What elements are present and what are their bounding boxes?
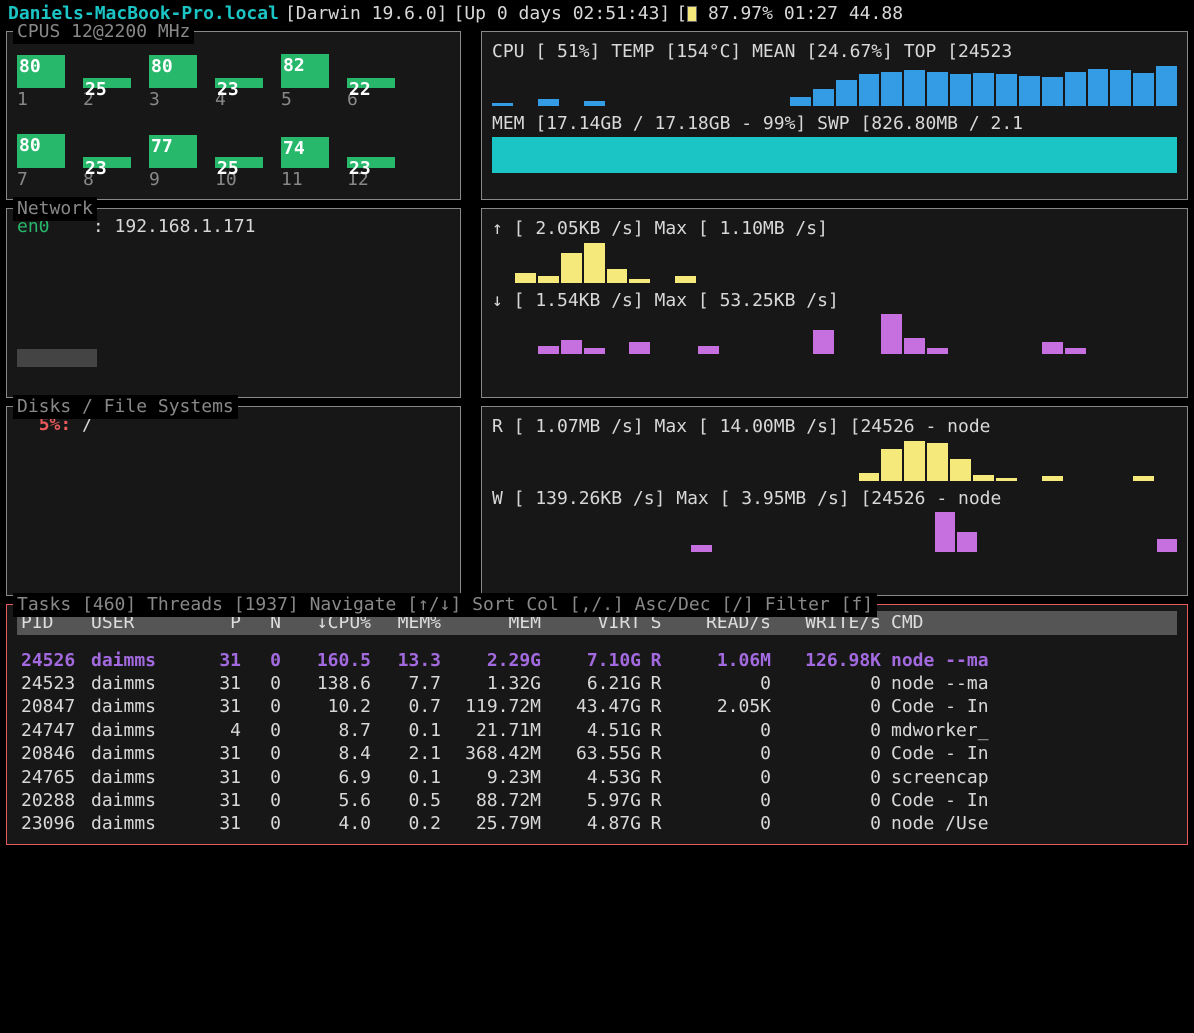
disk-write-spark <box>492 512 1177 552</box>
panel-title: CPUS 12@2200 MHz <box>13 20 194 43</box>
cpu-cores-panel: CPUS 12@2200 MHz 80125280323482522680723… <box>6 31 461 200</box>
selection-highlight <box>17 349 97 367</box>
cpu-stat-line: CPU [ 51%] TEMP [154°C] MEAN [24.67%] TO… <box>492 40 1177 63</box>
disk-stats-panel: R [ 1.07MB /s] Max [ 14.00MB /s] [24526 … <box>481 406 1188 596</box>
cpu-core: 807 <box>17 126 65 191</box>
task-row[interactable]: 20846 daimms 31 0 8.4 2.1 368.42M 63.55G… <box>17 742 1177 765</box>
cpu-spark <box>492 66 1177 106</box>
col-cmd[interactable]: CMD <box>881 611 1173 634</box>
task-row[interactable]: 23096 daimms 31 0 4.0 0.2 25.79M 4.87G R… <box>17 812 1177 835</box>
cpu-core: 252 <box>83 46 131 111</box>
cpu-core: 2312 <box>347 126 395 191</box>
disk-read-line: R [ 1.07MB /s] Max [ 14.00MB /s] [24526 … <box>492 415 1177 438</box>
net-up-spark <box>492 243 1177 283</box>
net-up-line: ↑ [ 2.05KB /s] Max [ 1.10MB /s] <box>492 217 1177 240</box>
tasks-title: Tasks [460] Threads [1937] Navigate [↑/↓… <box>13 593 877 616</box>
net-down-line: ↓ [ 1.54KB /s] Max [ 53.25KB /s] <box>492 289 1177 312</box>
task-row[interactable]: 24523 daimms 31 0 138.6 7.7 1.32G 6.21G … <box>17 672 1177 695</box>
task-row[interactable]: 20847 daimms 31 0 10.2 0.7 119.72M 43.47… <box>17 695 1177 718</box>
net-down-spark <box>492 314 1177 354</box>
task-row[interactable]: 24747 daimms 4 0 8.7 0.1 21.71M 4.51G R … <box>17 719 1177 742</box>
cpu-core: 801 <box>17 46 65 111</box>
mem-spark <box>492 137 1177 173</box>
panel-title: Disks / File Systems <box>13 395 238 418</box>
cpu-core: 234 <box>215 46 263 111</box>
battery: [ 87.97% 01:27 44.88 <box>676 2 903 25</box>
mem-stat-line: MEM [17.14GB / 17.18GB - 99%] SWP [826.8… <box>492 112 1177 135</box>
cpu-core: 226 <box>347 46 395 111</box>
battery-icon <box>687 6 697 22</box>
cpu-stats-panel: CPU [ 51%] TEMP [154°C] MEAN [24.67%] TO… <box>481 31 1188 200</box>
network-stats-panel: ↑ [ 2.05KB /s] Max [ 1.10MB /s] ↓ [ 1.54… <box>481 208 1188 398</box>
disk-read-spark <box>492 441 1177 481</box>
cpu-core: 803 <box>149 46 197 111</box>
task-row[interactable]: 24526 daimms 31 0 160.5 13.3 2.29G 7.10G… <box>17 649 1177 672</box>
panel-title: Network <box>13 197 97 220</box>
cpu-core: 2510 <box>215 126 263 191</box>
tasks-panel[interactable]: Tasks [460] Threads [1937] Navigate [↑/↓… <box>6 604 1188 845</box>
task-row[interactable]: 20288 daimms 31 0 5.6 0.5 88.72M 5.97G R… <box>17 789 1177 812</box>
cpu-core: 7411 <box>281 126 329 191</box>
cpu-core: 238 <box>83 126 131 191</box>
cpu-core: 825 <box>281 46 329 111</box>
network-panel: Network en0 : 192.168.1.171 <box>6 208 461 398</box>
disk-write-line: W [ 139.26KB /s] Max [ 3.95MB /s] [24526… <box>492 487 1177 510</box>
disks-panel: Disks / File Systems 5%: / <box>6 406 461 596</box>
uptime: [Up 0 days 02:51:43] <box>454 2 671 25</box>
cpu-core: 779 <box>149 126 197 191</box>
task-row[interactable]: 24765 daimms 31 0 6.9 0.1 9.23M 4.53G R … <box>17 766 1177 789</box>
os-info: [Darwin 19.6.0] <box>285 2 448 25</box>
